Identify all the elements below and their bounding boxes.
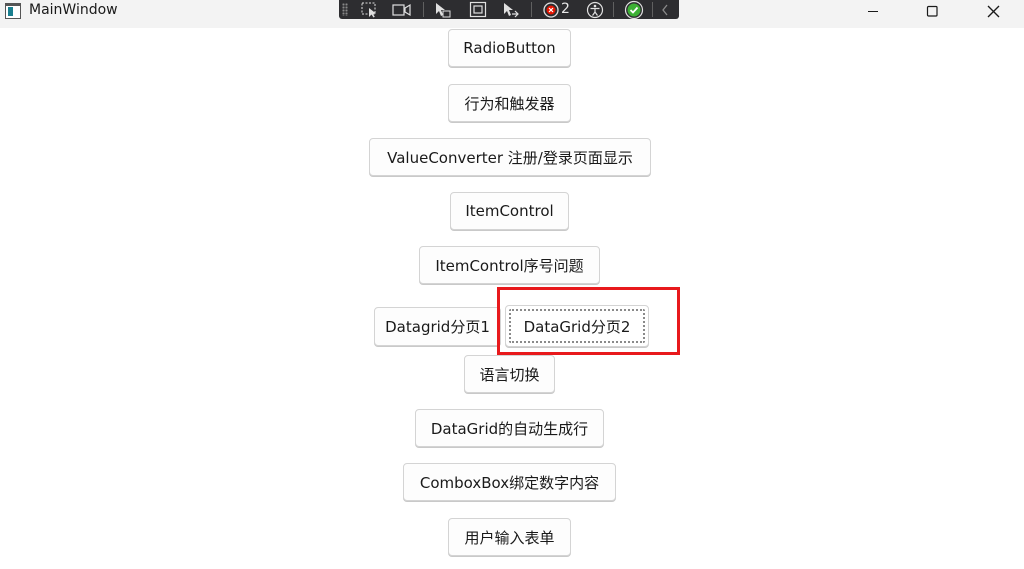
binding-error-count: 2 [561,1,570,17]
radio-button-demo-button[interactable]: RadioButton [448,29,571,67]
close-button[interactable] [970,0,1016,22]
button-label: 语言切换 [479,365,540,384]
collapse-icon[interactable] [657,0,673,19]
debug-toolbar: 2 [339,0,679,19]
button-label: 行为和触发器 [464,94,555,113]
window-title: MainWindow [29,2,118,18]
toolbar-separator [613,2,614,17]
value-converter-button[interactable]: ValueConverter 注册/登录页面显示 [369,138,651,176]
preview-selection-icon[interactable] [499,0,521,19]
behavior-trigger-button[interactable]: 行为和触发器 [448,84,571,122]
button-label: ItemControl序号问题 [435,256,584,275]
track-focus-icon[interactable] [431,0,453,19]
combobox-binding-button[interactable]: ComboxBox绑定数字内容 [403,463,616,501]
minimize-button[interactable] [850,0,896,22]
adorner-icon[interactable] [467,0,489,19]
button-label: ComboxBox绑定数字内容 [419,473,600,492]
language-switch-button[interactable]: 语言切换 [464,355,555,393]
button-label: 用户输入表单 [464,528,555,547]
display-layout-icon[interactable] [391,0,413,19]
app-icon [5,3,21,19]
select-element-icon[interactable] [359,0,381,19]
maximize-button[interactable] [909,0,955,22]
accessibility-icon[interactable] [584,0,606,19]
user-input-form-button[interactable]: 用户输入表单 [448,518,571,556]
button-label: Datagrid分页1 [385,318,490,336]
hot-reload-ok-icon[interactable] [622,0,646,19]
button-label: RadioButton [463,39,556,57]
item-control-index-button[interactable]: ItemControl序号问题 [419,246,600,284]
button-label: ValueConverter 注册/登录页面显示 [387,148,633,167]
highlight-box [497,287,680,355]
button-label: DataGrid的自动生成行 [430,419,589,438]
toolbar-separator [652,2,653,17]
button-label: ItemControl [465,202,554,220]
main-window: MainWindow 2 RadioButton 行为和触发器 ValueCon… [0,0,1024,569]
datagrid-autogen-button[interactable]: DataGrid的自动生成行 [415,409,604,447]
maximize-icon [926,5,938,17]
datagrid-page1-button[interactable]: Datagrid分页1 [374,307,501,346]
binding-failures-icon[interactable] [539,0,563,19]
item-control-button[interactable]: ItemControl [450,192,569,230]
toolbar-separator [531,2,532,17]
toolbar-grip-icon[interactable] [342,3,348,16]
toolbar-separator [423,2,424,17]
minimize-icon [868,11,878,12]
close-icon [987,5,999,17]
